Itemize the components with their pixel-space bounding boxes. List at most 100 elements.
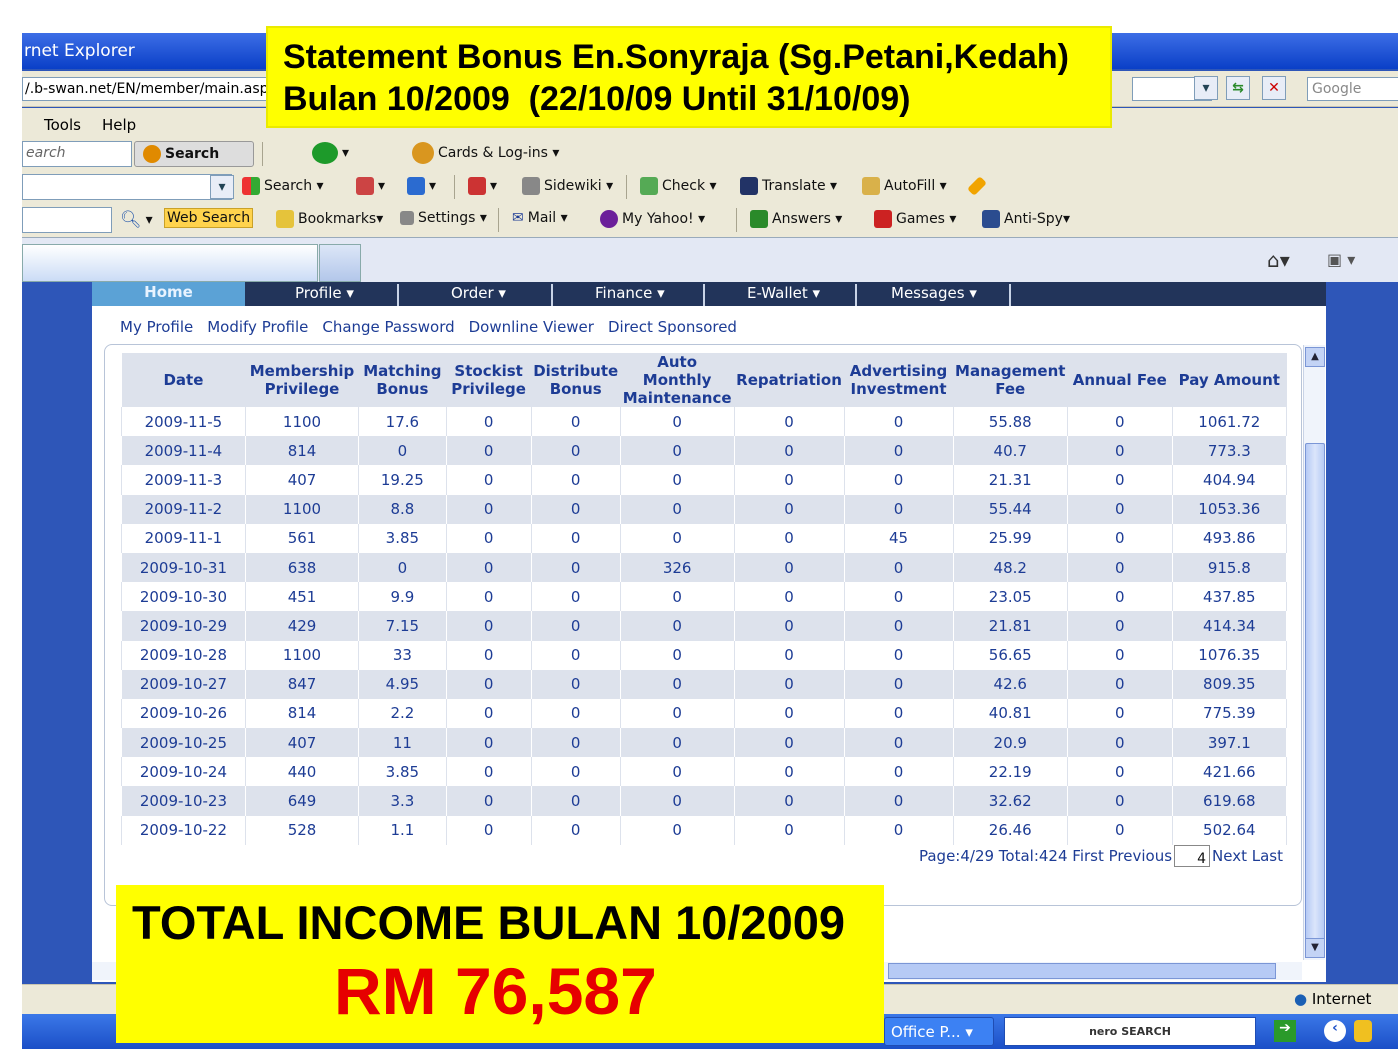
table-cell: 0	[619, 728, 735, 758]
nav-ewallet[interactable]: E-Wallet ▾	[747, 284, 820, 302]
yahoo-search-input[interactable]	[22, 174, 232, 200]
table-cell: 407	[244, 728, 360, 758]
scroll-down-icon[interactable]: ▼	[1305, 938, 1325, 958]
answers-menu[interactable]: Answers ▾	[750, 210, 842, 228]
link-downline-viewer[interactable]: Downline Viewer	[469, 318, 594, 336]
column-header: Annual Fee	[1067, 353, 1173, 407]
nav-order[interactable]: Order ▾	[451, 284, 506, 302]
magnifier-menu[interactable]: 🔍︎ ▾	[120, 210, 153, 230]
sidewiki-menu[interactable]: Sidewiki ▾	[522, 177, 613, 195]
toolbar-separator	[626, 175, 627, 199]
games-cube-icon	[874, 210, 892, 228]
tab-active[interactable]	[22, 244, 318, 282]
table-cell: 33	[358, 640, 447, 670]
url-field[interactable]: /.b-swan.net/EN/member/main.asp	[22, 77, 272, 101]
table-cell: 0	[619, 436, 735, 466]
taskbar-office-label: Office P...	[891, 1023, 961, 1041]
toolbar-search-input[interactable]: earch	[22, 141, 132, 167]
table-row: 2009-11-2 1100 8.8 0 0 0 0 0 55.44 0 1053.36	[121, 494, 1288, 524]
table-cell: 45	[843, 523, 954, 553]
nero-search-box[interactable]: nero SEARCH	[1004, 1017, 1256, 1046]
toolbar-search-button[interactable]: Search	[134, 141, 254, 167]
toolbar-separator	[454, 175, 455, 199]
bookmark-star-icon	[276, 210, 294, 228]
table-cell: 0	[445, 436, 532, 466]
pager-info[interactable]: Page:4/29 Total:424 First Previous	[919, 847, 1172, 865]
search-logo-icon	[143, 145, 161, 163]
nav-profile[interactable]: Profile ▾	[295, 284, 354, 302]
link-my-profile[interactable]: My Profile	[120, 318, 193, 336]
go-arrow-icon[interactable]: ➔	[1274, 1020, 1296, 1042]
web-search-input[interactable]	[22, 207, 112, 233]
autofill-label: AutoFill ▾	[884, 178, 947, 194]
page-number-input[interactable]: 4	[1174, 845, 1211, 867]
tab-strip: ⌂▾ ▣ ▾	[22, 237, 1398, 282]
table-cell: 0	[445, 407, 532, 437]
link-modify-profile[interactable]: Modify Profile	[207, 318, 308, 336]
search-dropdown-icon[interactable]: ▾	[210, 175, 234, 199]
taskbar-office[interactable]: Office P... ▾	[884, 1017, 994, 1046]
my-yahoo-menu[interactable]: My Yahoo! ▾	[600, 210, 705, 228]
table-cell: 0	[619, 494, 735, 524]
toolbar-1: earch Search ▾ Cards & Log-ins ▾	[22, 138, 1398, 170]
google-search-input[interactable]: Google	[1307, 77, 1398, 101]
table-cell: 25.99	[952, 523, 1068, 553]
bookmarks-menu[interactable]: Bookmarks▾	[276, 210, 383, 228]
tools-menu[interactable]: ▾	[356, 177, 385, 195]
scroll-up-icon[interactable]: ▲	[1305, 347, 1325, 367]
home-icon[interactable]: ⌂▾	[1267, 248, 1290, 272]
autofill-menu[interactable]: AutoFill ▾	[862, 177, 947, 195]
games-menu[interactable]: Games ▾	[874, 210, 956, 228]
vertical-scrollbar[interactable]: ▲ ▼	[1303, 345, 1325, 960]
menu-help[interactable]: Help	[102, 116, 136, 134]
tray-back-icon[interactable]: ‹	[1324, 1020, 1346, 1042]
table-cell: 0	[530, 523, 621, 553]
link-direct-sponsored[interactable]: Direct Sponsored	[608, 318, 737, 336]
search-menu[interactable]: Search ▾	[242, 177, 324, 195]
translate-menu[interactable]: Translate ▾	[740, 177, 837, 195]
table-cell: 0	[619, 640, 735, 670]
search-icon: 🔍︎	[120, 210, 142, 230]
add-menu[interactable]: ▾	[407, 177, 436, 195]
bookmarks-label: Bookmarks▾	[298, 211, 384, 227]
table-cell: 0	[445, 611, 532, 641]
feeds-icon[interactable]: ▣ ▾	[1327, 250, 1355, 269]
settings-menu[interactable]: Settings ▾	[400, 210, 487, 226]
toolbar-separator	[498, 208, 499, 232]
link-change-password[interactable]: Change Password	[322, 318, 454, 336]
table-cell: 0	[1066, 494, 1173, 524]
dropdown-arrow-icon[interactable]: ▾	[1194, 76, 1218, 100]
highlighter-button[interactable]	[967, 176, 987, 196]
hscroll-thumb[interactable]	[888, 963, 1276, 979]
table-cell: 40.81	[952, 698, 1068, 729]
table-cell: 0	[1066, 582, 1173, 612]
page-content: Home Profile ▾ Order ▾ Finance ▾ E-Walle…	[92, 282, 1326, 982]
new-tab-button[interactable]	[319, 244, 361, 282]
table-cell: 0	[530, 757, 621, 787]
nav-home[interactable]: Home	[92, 282, 245, 306]
scroll-thumb[interactable]	[1305, 443, 1325, 941]
table-cell: 0	[733, 582, 845, 612]
security-menu[interactable]: ▾	[468, 177, 497, 195]
mail-menu[interactable]: ✉ Mail ▾	[512, 210, 568, 226]
cards-logins-menu[interactable]: Cards & Log-ins ▾	[412, 142, 559, 164]
pager-next[interactable]: Next	[1212, 847, 1247, 865]
table-cell: 0	[445, 523, 532, 553]
table-cell: 2009-10-25	[121, 728, 246, 758]
table-row: 2009-10-23 649 3.3 0 0 0 0 0 32.62 0 619.68	[121, 786, 1288, 816]
web-search-button[interactable]: Web Search	[164, 208, 254, 228]
column-header: Distribute Bonus	[531, 353, 621, 407]
total-income-amount: RM 76,587	[334, 954, 657, 1028]
nav-finance[interactable]: Finance ▾	[595, 284, 665, 302]
stop-icon[interactable]: ✕	[1262, 76, 1286, 100]
table-cell: 2009-11-3	[121, 465, 246, 495]
anti-spy-menu[interactable]: Anti-Spy▾	[982, 210, 1070, 228]
checkmark-menu[interactable]: ▾	[312, 142, 349, 164]
spell-check-menu[interactable]: Check ▾	[640, 177, 717, 195]
pager-last[interactable]: Last	[1252, 847, 1283, 865]
menu-tools[interactable]: Tools	[44, 116, 81, 134]
refresh-icon[interactable]: ⇆	[1226, 76, 1250, 100]
table-cell: 11	[358, 728, 447, 758]
table-cell: 0	[843, 728, 954, 758]
nav-messages[interactable]: Messages ▾	[891, 284, 977, 302]
